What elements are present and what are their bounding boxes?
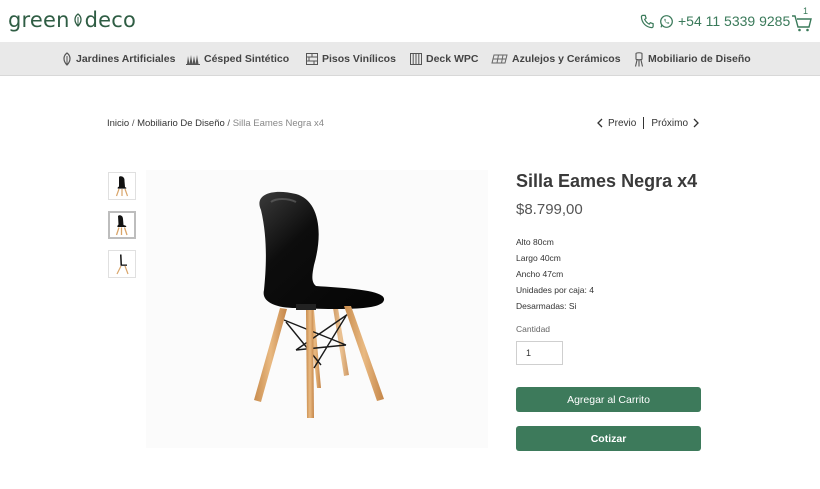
quantity-input[interactable] <box>516 341 563 365</box>
floor-icon <box>306 53 318 65</box>
contact-phone[interactable]: +54 11 5339 9285 <box>640 13 790 29</box>
breadcrumb-category[interactable]: Mobiliario De Diseño <box>137 118 225 129</box>
nav-item-jardines-artificiales[interactable]: Jardines Artificiales <box>62 42 175 76</box>
pager-divider <box>643 117 645 129</box>
product-specs: Alto 80cm Largo 40cm Ancho 47cm Unidades… <box>516 234 594 314</box>
breadcrumb-home[interactable]: Inicio <box>107 118 129 129</box>
chevron-right-icon[interactable] <box>692 118 700 128</box>
chair-icon <box>634 51 644 67</box>
chair-thumbnail-image <box>115 176 129 197</box>
nav-item-cesped-sintetico[interactable]: Césped Sintético <box>186 42 289 76</box>
nav-item-deck-wpc[interactable]: Deck WPC <box>410 42 479 76</box>
nav-label: Mobiliario de Diseño <box>648 53 751 65</box>
add-to-cart-button[interactable]: Agregar al Carrito <box>516 387 701 412</box>
grass-icon <box>186 55 200 65</box>
brand-logo[interactable]: green deco <box>8 8 136 32</box>
product-price: $8.799,00 <box>516 201 583 218</box>
previous-link[interactable]: Previo <box>608 118 636 129</box>
quantity-label: Cantidad <box>516 324 551 334</box>
cart-button[interactable]: 1 <box>790 6 814 34</box>
leaf-icon <box>63 52 71 66</box>
product-pager: Previo Próximo <box>596 117 700 129</box>
eames-chair-image <box>254 191 385 418</box>
spec-width: Ancho 47cm <box>516 269 564 279</box>
cart-count-badge: 1 <box>802 6 808 16</box>
product-main-image[interactable] <box>146 170 488 448</box>
breadcrumb-separator: / <box>224 118 233 129</box>
next-link[interactable]: Próximo <box>651 118 688 129</box>
product-thumbnail[interactable] <box>108 172 136 200</box>
product-thumbnail-selected[interactable] <box>108 211 136 239</box>
breadcrumb-separator: / <box>129 118 138 129</box>
leaf-logo-icon <box>74 13 82 27</box>
site-header: green deco +54 11 5339 9285 1 <box>0 0 820 42</box>
spec-height: Alto 80cm <box>516 237 554 247</box>
spec-units-per-box: Unidades por caja: 4 <box>516 285 594 295</box>
nav-item-pisos-vinilicos[interactable]: Pisos Vinílicos <box>306 42 396 76</box>
chair-thumbnail-image <box>115 215 128 236</box>
breadcrumb: Inicio / Mobiliario De Diseño / Silla Ea… <box>107 118 324 129</box>
main-nav: Jardines Artificiales Césped Sintético P… <box>0 42 820 76</box>
nav-label: Azulejos y Cerámicos <box>512 53 621 65</box>
nav-item-mobiliario-diseno[interactable]: Mobiliario de Diseño <box>634 42 751 76</box>
spec-length: Largo 40cm <box>516 253 561 263</box>
phone-icon <box>640 14 654 28</box>
breadcrumb-current: Silla Eames Negra x4 <box>232 118 325 129</box>
nav-label: Pisos Vinílicos <box>322 53 396 65</box>
product-title: Silla Eames Negra x4 <box>516 171 698 191</box>
whatsapp-icon <box>660 14 673 28</box>
tiles-icon <box>491 54 508 64</box>
logo-text-green: green <box>8 8 70 32</box>
nav-label: Jardines Artificiales <box>76 53 176 65</box>
chair-thumbnail-image <box>116 254 129 275</box>
deck-icon <box>410 53 422 65</box>
chevron-left-icon[interactable] <box>596 118 604 128</box>
product-thumbnail[interactable] <box>108 250 136 278</box>
nav-item-azulejos-ceramicos[interactable]: Azulejos y Cerámicos <box>491 42 621 76</box>
nav-label: Deck WPC <box>426 53 479 65</box>
logo-text-deco: deco <box>84 8 137 32</box>
spec-disassembled: Desarmadas: Si <box>516 301 577 311</box>
quote-button[interactable]: Cotizar <box>516 426 701 451</box>
nav-label: Césped Sintético <box>204 53 290 65</box>
phone-number: +54 11 5339 9285 <box>678 13 791 29</box>
